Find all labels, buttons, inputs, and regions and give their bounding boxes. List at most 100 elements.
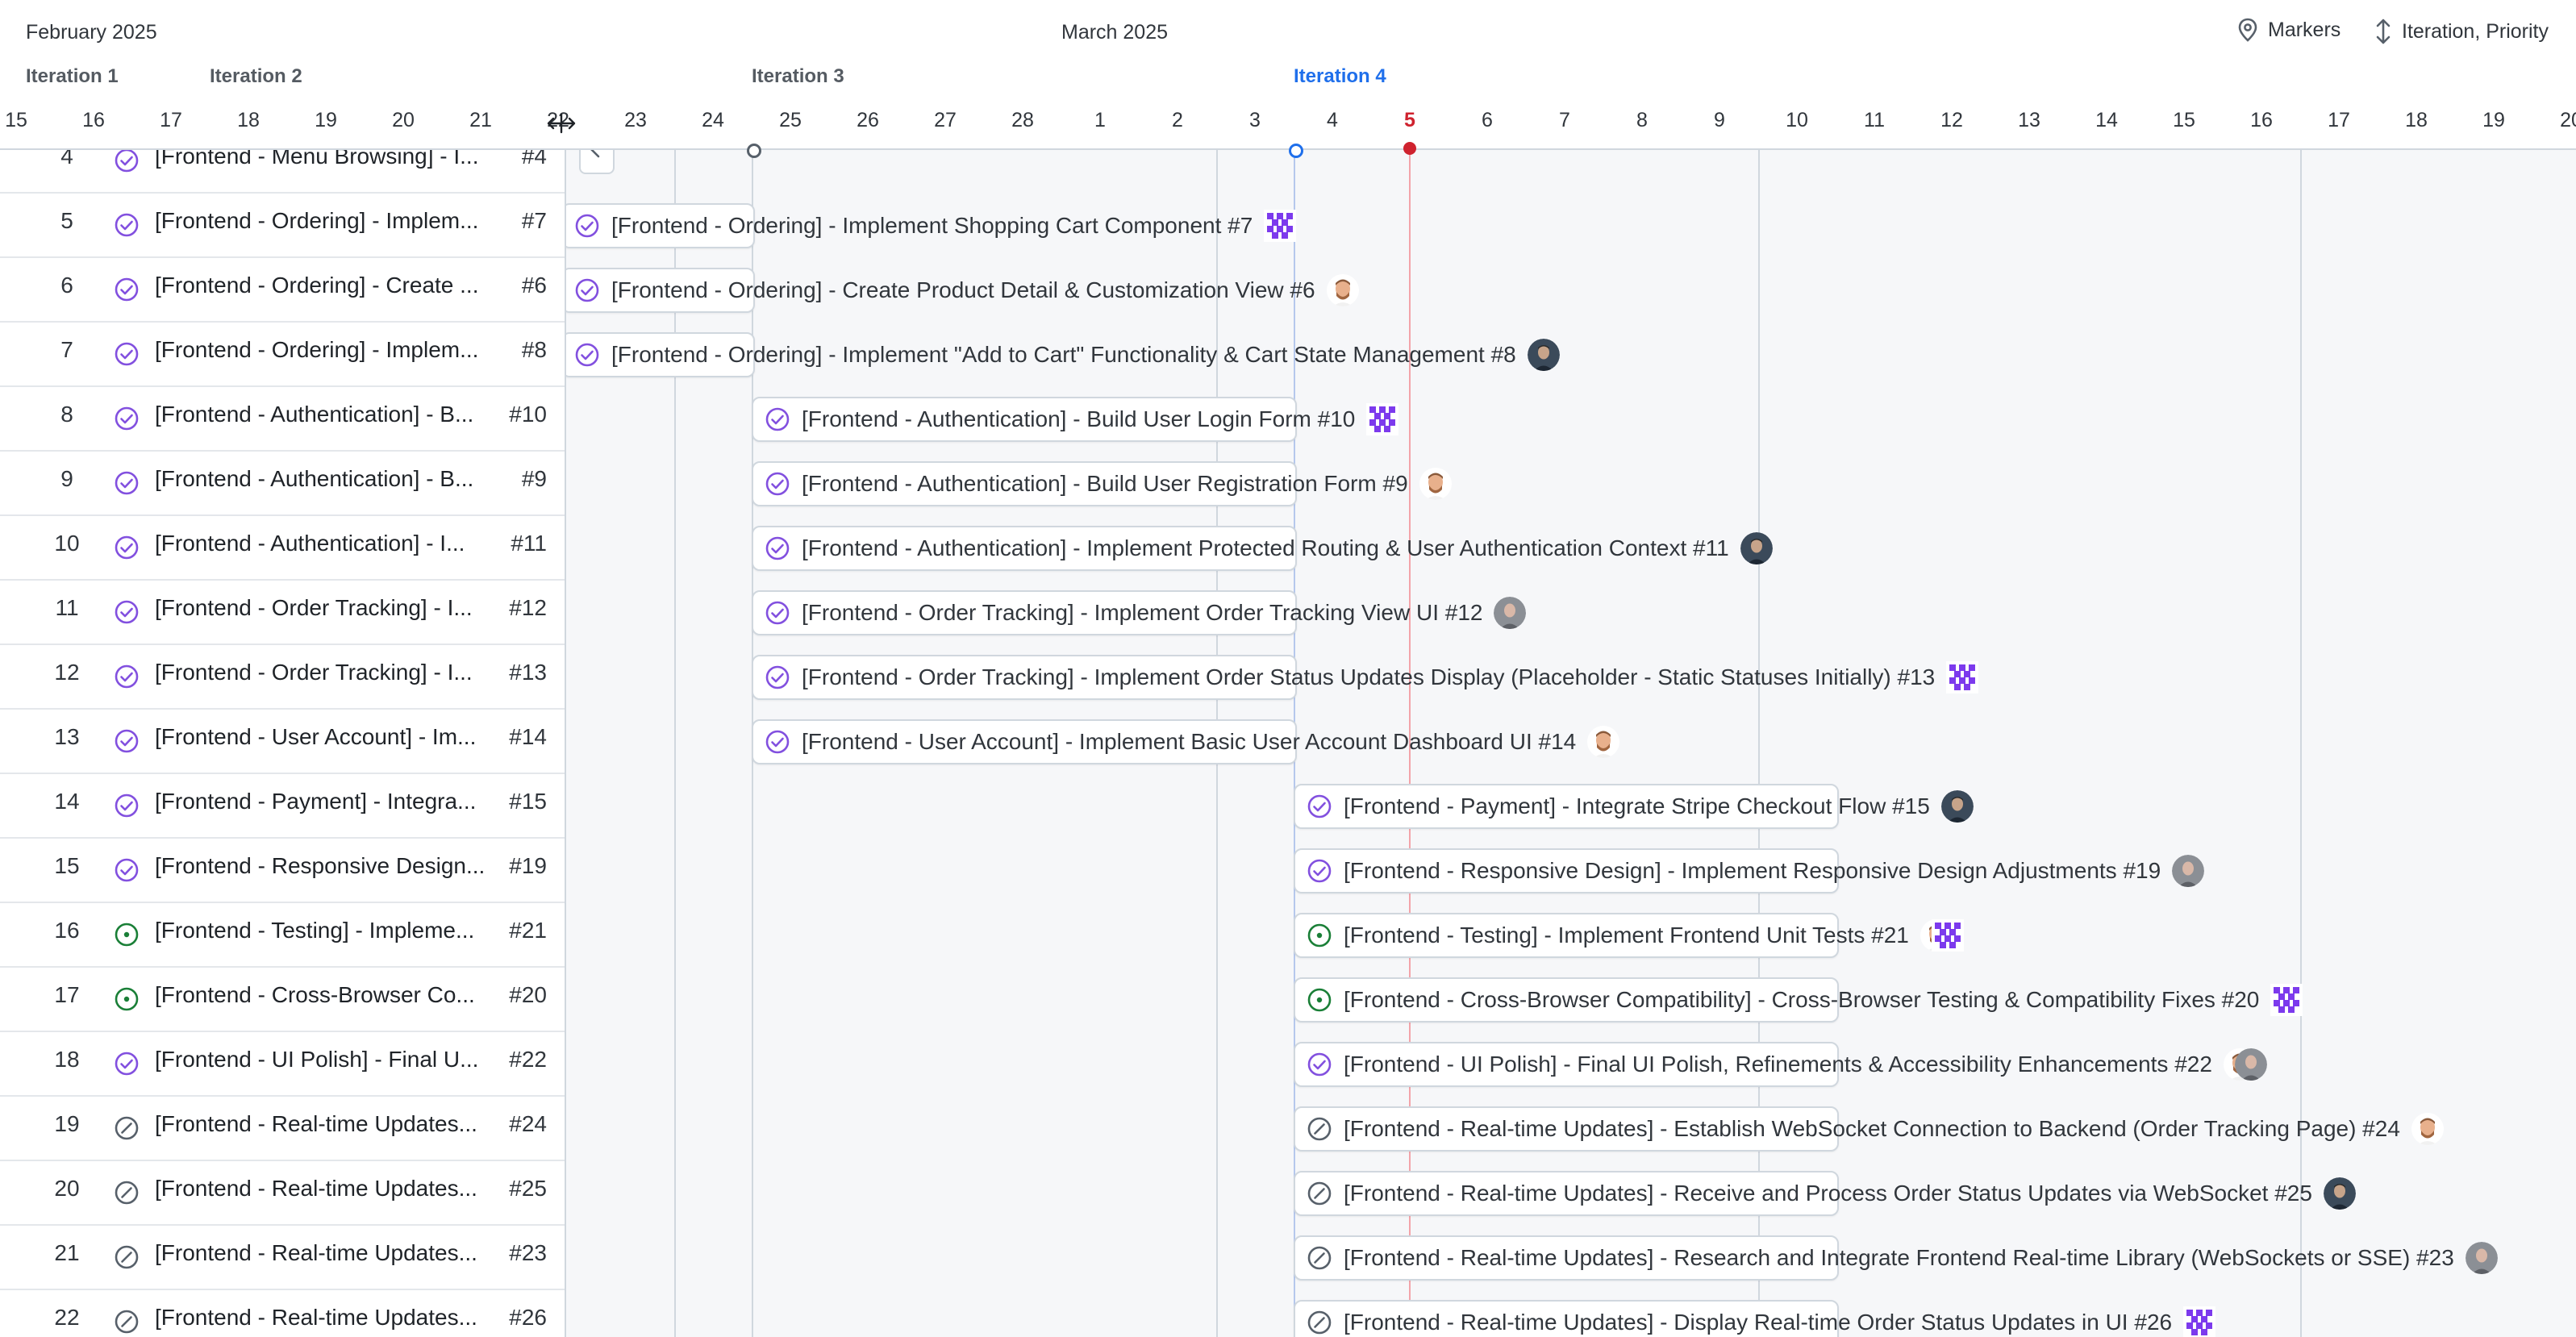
assignee-avatars[interactable] (2172, 855, 2205, 887)
assignee-avatars[interactable] (1740, 532, 1773, 564)
table-row[interactable]: 5 [Frontend - Ordering] - Implem... #7 (0, 192, 565, 258)
avatar-photo-icon[interactable] (1940, 790, 1974, 823)
assignee-avatars[interactable] (2323, 1177, 2356, 1210)
timeline-bar-title[interactable]: [Frontend - Cross-Browser Compatibility]… (1344, 987, 2259, 1013)
assignee-avatars[interactable] (1587, 726, 1620, 758)
timeline-bar-label[interactable]: [Frontend - Authentication] - Implement … (765, 527, 1773, 569)
timeline-bar-label[interactable]: [Frontend - Order Tracking] - Implement … (765, 592, 1527, 634)
avatar-user-icon[interactable] (1419, 468, 1452, 500)
assignee-avatars[interactable] (1527, 339, 1560, 371)
iteration-label-4[interactable]: Iteration 4 (1294, 65, 1386, 88)
avatar-identicon-icon[interactable] (1264, 210, 1297, 242)
avatar-photo-icon[interactable] (1740, 532, 1773, 564)
issue-title-link[interactable]: [Frontend - Testing] - Impleme... (155, 918, 502, 943)
timeline-bar-title[interactable]: [Frontend - Authentication] - Build User… (802, 406, 1355, 432)
timeline-bar-label[interactable]: [Frontend - Real-time Updates] - Receive… (1307, 1172, 2356, 1214)
table-row[interactable]: 13 [Frontend - User Account] - Im... #14 (0, 708, 565, 774)
timeline-bar-title[interactable]: [Frontend - Payment] - Integrate Stripe … (1344, 793, 1930, 819)
timeline-bar-title[interactable]: [Frontend - Real-time Updates] - Researc… (1344, 1245, 2454, 1271)
avatar-photo-icon[interactable] (2323, 1177, 2356, 1210)
issue-title-link[interactable]: [Frontend - Real-time Updates... (155, 1176, 502, 1202)
avatar-identicon-icon[interactable] (2270, 984, 2303, 1016)
sort-group-button[interactable]: Iteration, Priority (2374, 18, 2549, 45)
avatar-grey-icon[interactable] (2234, 1048, 2267, 1081)
timeline-bar-label[interactable]: [Frontend - Ordering] - Create Product D… (574, 269, 1359, 311)
issue-title-link[interactable]: [Frontend - Responsive Design... (155, 853, 502, 879)
timeline-bar-title[interactable]: [Frontend - Order Tracking] - Implement … (802, 664, 1935, 690)
avatar-identicon-icon[interactable] (2183, 1306, 2216, 1337)
timeline-bar-label[interactable]: [Frontend - Payment] - Integrate Stripe … (1307, 785, 1974, 827)
table-row[interactable]: 12 [Frontend - Order Tracking] - I... #13 (0, 644, 565, 710)
timeline-bar-label[interactable]: [Frontend - Real-time Updates] - Display… (1307, 1302, 2216, 1337)
iteration-label-2[interactable]: Iteration 2 (210, 65, 302, 88)
timeline-bar-label[interactable]: [Frontend - Cross-Browser Compatibility]… (1307, 979, 2303, 1021)
avatar-identicon-icon[interactable] (1946, 661, 1979, 693)
timeline-bar-title[interactable]: [Frontend - Ordering] - Create Product D… (611, 277, 1315, 303)
avatar-photo-icon[interactable] (1527, 339, 1560, 371)
issue-title-link[interactable]: [Frontend - Real-time Updates... (155, 1305, 502, 1331)
table-row[interactable]: 11 [Frontend - Order Tracking] - I... #12 (0, 579, 565, 645)
issue-title-link[interactable]: [Frontend - Payment] - Integra... (155, 789, 502, 814)
timeline-bar-title[interactable]: [Frontend - Ordering] - Implement Shoppi… (611, 213, 1253, 239)
table-row[interactable]: 4 [Frontend - Menu Browsing] - I... #4 (0, 148, 565, 194)
issue-title-link[interactable]: [Frontend - Real-time Updates... (155, 1111, 502, 1137)
table-row[interactable]: 14 [Frontend - Payment] - Integra... #15 (0, 773, 565, 839)
timeline-bar-label[interactable]: [Frontend - Responsive Design] - Impleme… (1307, 850, 2205, 892)
table-row[interactable]: 22 [Frontend - Real-time Updates... #26 (0, 1289, 565, 1337)
avatar-user-icon[interactable] (1587, 726, 1620, 758)
timeline-bar-title[interactable]: [Frontend - UI Polish] - Final UI Polish… (1344, 1052, 2212, 1077)
table-row[interactable]: 17 [Frontend - Cross-Browser Co... #20 (0, 966, 565, 1032)
avatar-identicon-icon[interactable] (1931, 919, 1964, 952)
table-row[interactable]: 15 [Frontend - Responsive Design... #19 (0, 837, 565, 903)
avatar-identicon-icon[interactable] (1366, 403, 1399, 435)
timeline-bar-title[interactable]: [Frontend - Responsive Design] - Impleme… (1344, 858, 2161, 884)
table-row[interactable]: 8 [Frontend - Authentication] - B... #10 (0, 385, 565, 452)
assignee-avatars[interactable] (1946, 661, 1979, 693)
table-row[interactable]: 18 [Frontend - UI Polish] - Final U... #22 (0, 1031, 565, 1097)
issue-title-link[interactable]: [Frontend - Ordering] - Implem... (155, 337, 502, 363)
timeline-bar-label[interactable]: [Frontend - Order Tracking] - Implement … (765, 656, 1979, 698)
issue-title-link[interactable]: [Frontend - Cross-Browser Co... (155, 982, 502, 1008)
assignee-avatars[interactable] (2183, 1306, 2216, 1337)
timeline-bar-title[interactable]: [Frontend - Authentication] - Build User… (802, 471, 1408, 497)
assignee-avatars[interactable] (2465, 1242, 2498, 1274)
table-row[interactable]: 10 [Frontend - Authentication] - I... #11 (0, 514, 565, 581)
timeline-bar-label[interactable]: [Frontend - Authentication] - Build User… (765, 398, 1399, 440)
timeline-bar-title[interactable]: [Frontend - User Account] - Implement Ba… (802, 729, 1576, 755)
issue-title-link[interactable]: [Frontend - Authentication] - I... (155, 531, 502, 556)
timeline-bar-label[interactable]: [Frontend - UI Polish] - Final UI Polish… (1307, 1043, 2267, 1085)
markers-button[interactable]: Markers (2237, 18, 2340, 42)
table-row[interactable]: 6 [Frontend - Ordering] - Create ... #6 (0, 256, 565, 323)
timeline-bar-title[interactable]: [Frontend - Real-time Updates] - Receive… (1344, 1181, 2312, 1206)
timeline-bar-label[interactable]: [Frontend - Real-time Updates] - Researc… (1307, 1237, 2498, 1279)
column-resize-icon[interactable] (545, 111, 577, 135)
table-row[interactable]: 21 [Frontend - Real-time Updates... #23 (0, 1224, 565, 1290)
timeline-bar-title[interactable]: [Frontend - Testing] - Implement Fronten… (1344, 923, 1909, 948)
issue-title-link[interactable]: [Frontend - User Account] - Im... (155, 724, 502, 750)
assignee-avatars[interactable] (1366, 403, 1399, 435)
table-row[interactable]: 19 [Frontend - Real-time Updates... #24 (0, 1095, 565, 1161)
issue-title-link[interactable]: [Frontend - UI Polish] - Final U... (155, 1047, 502, 1073)
issue-title-link[interactable]: [Frontend - Order Tracking] - I... (155, 595, 502, 621)
issue-title-link[interactable]: [Frontend - Order Tracking] - I... (155, 660, 502, 685)
avatar-grey-icon[interactable] (2172, 855, 2205, 887)
assignee-avatars[interactable] (1419, 468, 1452, 500)
assignee-avatars[interactable] (1264, 210, 1297, 242)
timeline-bar-title[interactable]: [Frontend - Real-time Updates] - Display… (1344, 1310, 2172, 1335)
assignee-avatars[interactable] (1494, 597, 1527, 629)
timeline-bar-label[interactable]: [Frontend - Real-time Updates] - Establi… (1307, 1108, 2444, 1150)
timeline-bar-label[interactable]: [Frontend - Ordering] - Implement Shoppi… (574, 205, 1297, 247)
timeline-bar-title[interactable]: [Frontend - Authentication] - Implement … (802, 535, 1729, 561)
assignee-avatars[interactable] (1326, 274, 1359, 306)
table-row[interactable]: 16 [Frontend - Testing] - Impleme... #21 (0, 902, 565, 968)
issue-title-link[interactable]: [Frontend - Real-time Updates... (155, 1240, 502, 1266)
avatar-grey-icon[interactable] (1494, 597, 1527, 629)
table-row[interactable]: 9 [Frontend - Authentication] - B... #9 (0, 450, 565, 516)
timeline-bar-title[interactable]: [Frontend - Real-time Updates] - Establi… (1344, 1116, 2400, 1142)
assignee-avatars[interactable] (2270, 984, 2303, 1016)
iteration-label-1[interactable]: Iteration 1 (26, 65, 119, 88)
issue-title-link[interactable]: [Frontend - Menu Browsing] - I... (155, 148, 502, 169)
timeline-bar-label[interactable]: [Frontend - Testing] - Implement Fronten… (1307, 914, 1964, 956)
timeline-bar-label[interactable]: [Frontend - Authentication] - Build User… (765, 463, 1452, 505)
issue-title-link[interactable]: [Frontend - Ordering] - Create ... (155, 273, 502, 298)
